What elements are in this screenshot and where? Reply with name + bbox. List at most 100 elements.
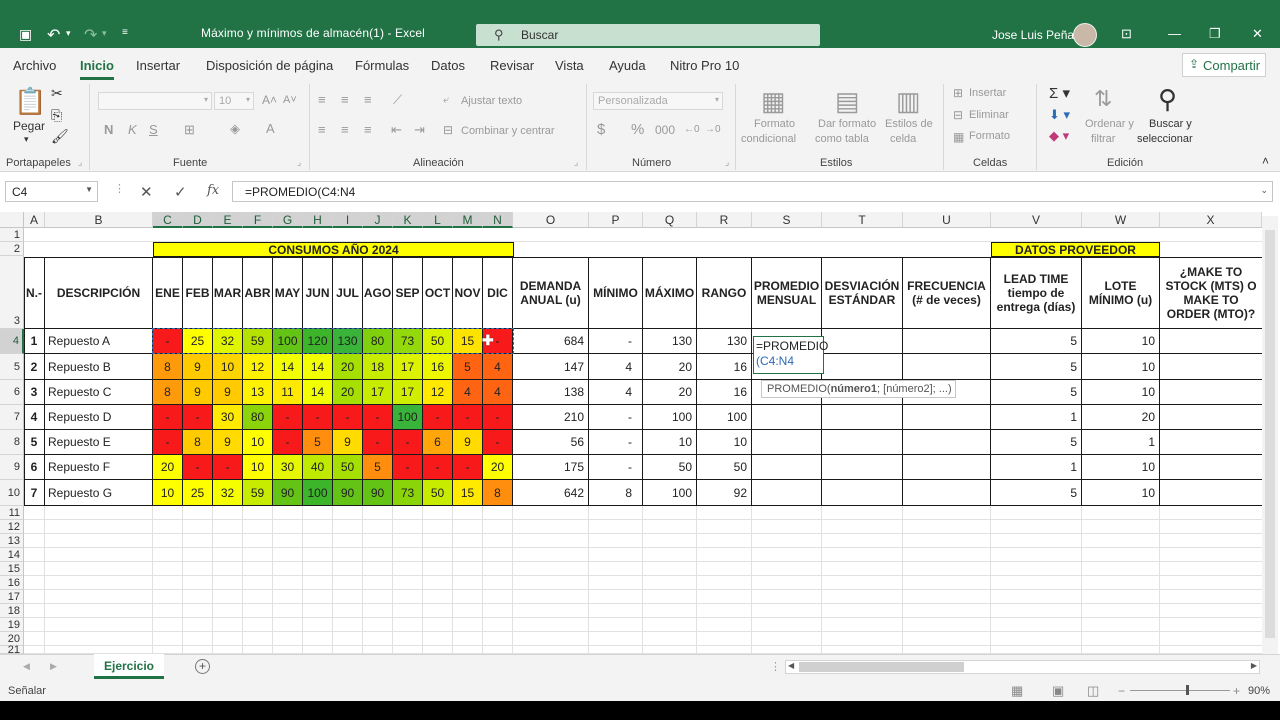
avatar[interactable] — [1073, 23, 1097, 47]
month-value[interactable]: 11 — [273, 380, 303, 405]
month-value[interactable]: 50 — [423, 329, 453, 354]
month-value[interactable]: 12 — [423, 380, 453, 405]
column-header[interactable]: I — [333, 212, 363, 228]
column-header[interactable]: U — [903, 212, 991, 228]
month-value[interactable]: 59 — [243, 329, 273, 354]
month-value[interactable]: 15 — [453, 329, 483, 354]
minimo-value[interactable]: - — [589, 329, 643, 354]
header-month[interactable]: MAR — [213, 257, 243, 329]
month-value[interactable]: - — [363, 405, 393, 430]
decrease-font-icon[interactable]: A˅ — [283, 94, 297, 106]
row-header[interactable]: 17 — [0, 590, 24, 604]
mts-cell[interactable] — [1160, 430, 1262, 455]
month-value[interactable]: 14 — [303, 380, 333, 405]
frecuencia-cell[interactable] — [903, 405, 991, 430]
month-value[interactable]: 5 — [303, 430, 333, 455]
paste-icon[interactable]: 📋 — [14, 86, 46, 117]
zoom-slider[interactable] — [1130, 690, 1230, 691]
rango-value[interactable]: 92 — [697, 480, 752, 506]
month-value[interactable]: 80 — [243, 405, 273, 430]
column-header[interactable]: O — [513, 212, 589, 228]
column-header[interactable]: C — [153, 212, 183, 228]
minimo-value[interactable]: - — [589, 430, 643, 455]
item-number[interactable]: 4 — [24, 405, 45, 430]
row-header[interactable]: 14 — [0, 548, 24, 562]
column-header[interactable]: M — [453, 212, 483, 228]
prev-sheet-icon[interactable]: ◀ — [23, 661, 30, 672]
close-icon[interactable]: ✕ — [1252, 26, 1263, 42]
rango-value[interactable]: 10 — [697, 430, 752, 455]
month-value[interactable]: 8 — [153, 380, 183, 405]
fill-icon[interactable]: ⬇ ▾ — [1049, 107, 1070, 123]
month-value[interactable]: - — [153, 405, 183, 430]
font-size-box[interactable]: 10 ▾ — [214, 92, 254, 110]
column-header[interactable]: L — [423, 212, 453, 228]
demanda-value[interactable]: 138 — [513, 380, 589, 405]
restore-icon[interactable]: ❐ — [1209, 26, 1221, 42]
hscroll-options-icon[interactable]: ⋮ — [770, 660, 781, 673]
currency-icon[interactable]: $ — [597, 121, 605, 138]
month-value[interactable]: 90 — [363, 480, 393, 506]
lote-value[interactable]: 10 — [1082, 354, 1160, 380]
maximo-value[interactable]: 100 — [643, 405, 697, 430]
format-as-table-icon[interactable]: ▤ — [835, 86, 860, 117]
vertical-scrollbar[interactable] — [1262, 216, 1278, 654]
zoom-out-icon[interactable]: − — [1118, 684, 1125, 698]
month-value[interactable]: 100 — [303, 480, 333, 506]
minimo-value[interactable]: 4 — [589, 380, 643, 405]
align-left-icon[interactable]: ≡ — [318, 122, 326, 137]
month-value[interactable]: - — [453, 455, 483, 480]
zoom-in-icon[interactable]: + — [1233, 684, 1240, 698]
row-header[interactable]: 11 — [0, 506, 24, 520]
month-value[interactable]: 8 — [153, 354, 183, 380]
item-description[interactable]: Repuesto D — [45, 405, 153, 430]
header-descripcion[interactable]: DESCRIPCIÓN — [45, 257, 153, 329]
align-center-icon[interactable]: ≡ — [341, 122, 349, 137]
month-value[interactable]: 90 — [333, 480, 363, 506]
tab-disposicion[interactable]: Disposición de página — [206, 58, 333, 73]
merge-icon[interactable]: ⊟ — [443, 123, 453, 137]
maximo-value[interactable]: 100 — [643, 480, 697, 506]
item-number[interactable]: 2 — [24, 354, 45, 380]
header-month[interactable]: MAY — [273, 257, 303, 329]
month-value[interactable]: - — [153, 430, 183, 455]
column-header[interactable]: J — [363, 212, 393, 228]
delete-label[interactable]: Eliminar — [969, 109, 1009, 121]
decrease-indent-icon[interactable]: ⇤ — [391, 122, 402, 138]
month-value[interactable]: - — [213, 455, 243, 480]
frecuencia-cell[interactable] — [903, 480, 991, 506]
consumos-banner[interactable]: CONSUMOS AÑO 2024 — [153, 242, 514, 257]
item-description[interactable]: Repuesto G — [45, 480, 153, 506]
demanda-value[interactable]: 684 — [513, 329, 589, 354]
header-mts[interactable]: ¿MAKE TO STOCK (MTS) O MAKE TO ORDER (MT… — [1160, 257, 1262, 329]
month-value[interactable]: 30 — [213, 405, 243, 430]
month-value[interactable]: 10 — [213, 354, 243, 380]
lote-value[interactable]: 1 — [1082, 430, 1160, 455]
scroll-thumb[interactable] — [1265, 230, 1275, 638]
column-header[interactable]: R — [697, 212, 752, 228]
month-value[interactable]: - — [423, 455, 453, 480]
desviacion-cell[interactable] — [822, 430, 903, 455]
mts-cell[interactable] — [1160, 405, 1262, 430]
month-value[interactable]: 20 — [483, 455, 513, 480]
item-description[interactable]: Repuesto C — [45, 380, 153, 405]
month-value[interactable]: 14 — [303, 354, 333, 380]
column-header[interactable]: H — [303, 212, 333, 228]
decrease-decimal-icon[interactable]: →0 — [705, 124, 721, 135]
sheet-tab-ejercicio[interactable]: Ejercicio — [94, 654, 164, 679]
month-value[interactable]: 9 — [183, 354, 213, 380]
add-sheet-icon[interactable]: + — [195, 659, 210, 674]
month-value[interactable]: 90 — [273, 480, 303, 506]
customize-toolbar-icon[interactable]: ≡ — [122, 27, 128, 38]
row-header[interactable]: 13 — [0, 534, 24, 548]
rango-value[interactable]: 130 — [697, 329, 752, 354]
column-header[interactable]: X — [1160, 212, 1262, 228]
rango-value[interactable]: 16 — [697, 354, 752, 380]
rango-value[interactable]: 50 — [697, 455, 752, 480]
month-value[interactable]: 20 — [333, 380, 363, 405]
demanda-value[interactable]: 210 — [513, 405, 589, 430]
share-button[interactable]: Compartir — [1182, 53, 1266, 77]
month-value[interactable]: 9 — [183, 380, 213, 405]
header-desviacion[interactable]: DESVIACIÓN ESTÁNDAR — [822, 257, 903, 329]
insert-icon[interactable]: ⊞ — [953, 86, 963, 100]
